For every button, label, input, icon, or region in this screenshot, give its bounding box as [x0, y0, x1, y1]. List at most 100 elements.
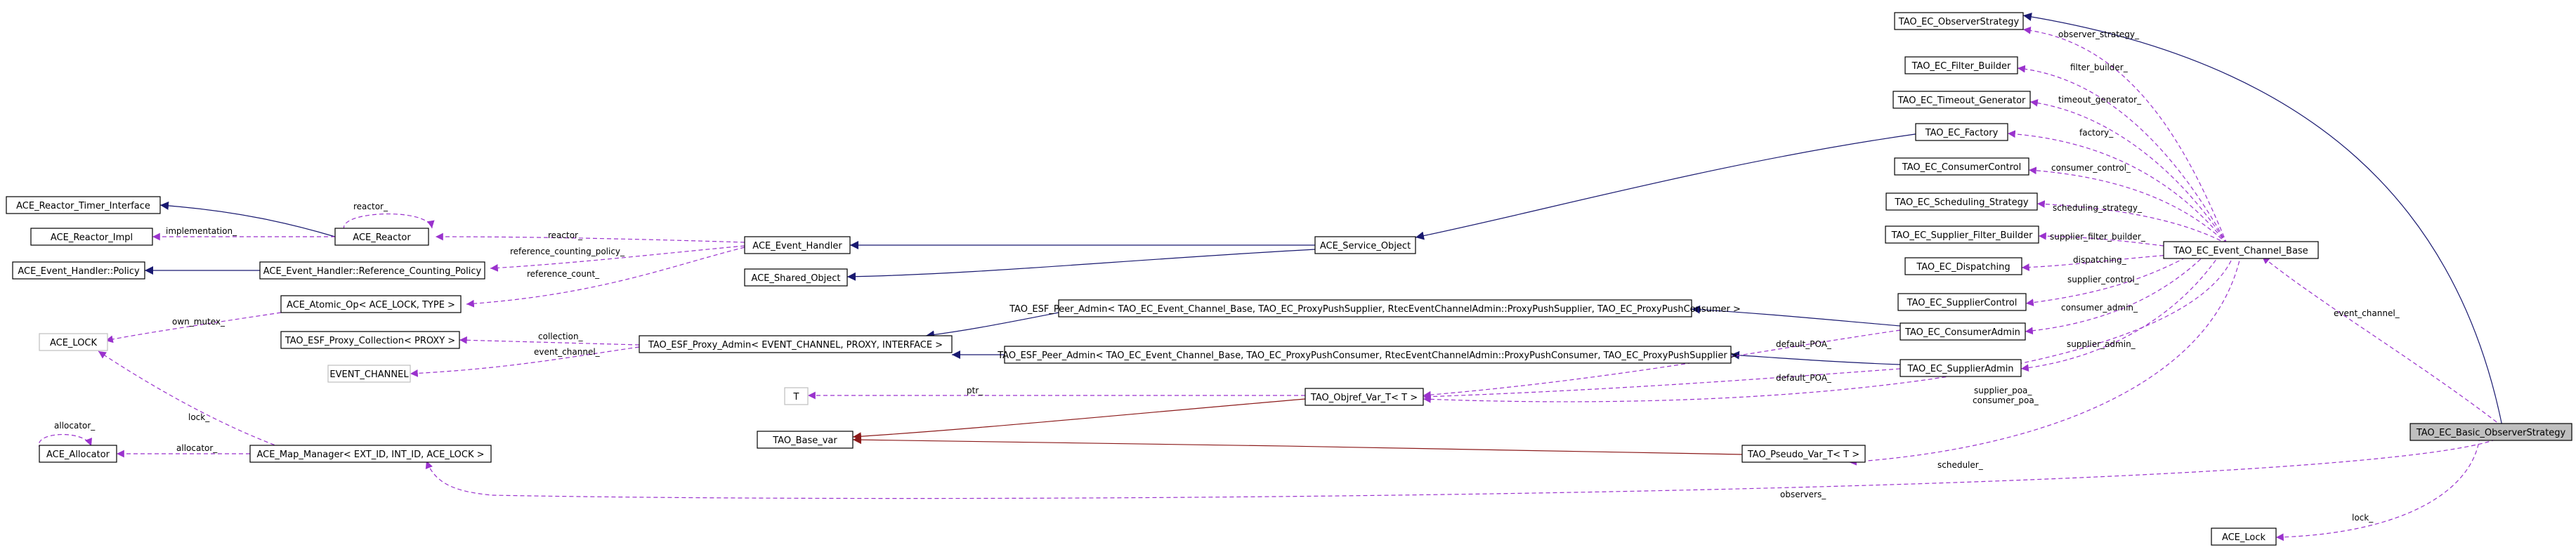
node-label: ACE_Reactor_Impl [51, 232, 133, 243]
node-label: ACE_Shared_Object [751, 273, 840, 284]
node-ace-eh-reference-counting-policy[interactable]: ACE_Event_Handler::Reference_Counting_Po… [259, 261, 485, 280]
edge-label-filter-builder: filter_builder_ [2070, 63, 2129, 72]
edge-label-supplier-poa: supplier_poa_ [1974, 386, 2032, 395]
node-tao-base-var[interactable]: TAO_Base_var [757, 431, 854, 449]
edge-event-channel-main [2261, 256, 2503, 427]
edge-label-supplier-control: supplier_control_ [2067, 275, 2140, 284]
edge-label-reference-count: reference_count_ [527, 269, 600, 279]
node-tao-ec-filter-builder[interactable]: TAO_EC_Filter_Builder [1904, 56, 2018, 74]
node-label: ACE_Map_Manager< EXT_ID, INT_ID, ACE_LOC… [256, 450, 484, 460]
node-label: TAO_EC_SupplierControl [1907, 298, 2018, 308]
edge-label-ptr: ptr_ [967, 386, 983, 395]
edge-label-timeout-generator: timeout_generator_ [2058, 95, 2142, 105]
node-label: TAO_ESF_Proxy_Admin< EVENT_CHANNEL, PROX… [648, 340, 943, 350]
node-label: TAO_EC_ConsumerAdmin [1904, 327, 2020, 338]
edge-service-object-shared-object [846, 249, 1316, 281]
node-tao-ec-scheduling-strategy[interactable]: TAO_EC_Scheduling_Strategy [1885, 192, 2038, 211]
edge-label-dispatching: dispatching_ [2073, 255, 2127, 265]
node-event-channel[interactable]: EVENT_CHANNEL [327, 365, 411, 383]
node-label: ACE_Reactor [353, 232, 411, 243]
edge-label-reactor: reactor_ [548, 230, 583, 240]
node-label: ACE_Event_Handler [752, 241, 842, 251]
edge-label-allocator: allocator_ [176, 443, 218, 453]
edge-label-implementation: implementation_ [166, 226, 237, 236]
node-t[interactable]: T [784, 387, 809, 405]
node-ace-atomic-op[interactable]: ACE_Atomic_Op< ACE_LOCK, TYPE > [280, 295, 462, 313]
edge-label-consumer-control: consumer_control_ [2051, 163, 2131, 173]
node-label: ACE_Lock [2222, 532, 2266, 543]
node-label: TAO_ESF_Proxy_Collection< PROXY > [285, 336, 455, 346]
edge-label-lock-map: lock_ [188, 412, 210, 422]
edge-observers [425, 436, 2503, 499]
node-ace-reactor-impl[interactable]: ACE_Reactor_Impl [30, 228, 153, 246]
node-label: TAO_EC_Scheduling_Strategy [1894, 197, 2028, 208]
node-label: TAO_Objref_Var_T< T > [1310, 393, 1418, 403]
node-label: TAO_ESF_Peer_Admin< TAO_EC_Event_Channel… [1009, 304, 1741, 315]
edge-label-own-mutex: own_mutex_ [172, 317, 225, 327]
node-label: TAO_EC_ConsumerControl [1902, 162, 2021, 173]
node-tao-ec-dispatching[interactable]: TAO_EC_Dispatching [1904, 257, 2022, 275]
node-label: TAO_EC_Dispatching [1916, 262, 2010, 273]
node-ace-lock-class[interactable]: ACE_Lock [2211, 527, 2277, 546]
node-label: TAO_EC_Supplier_Filter_Builder [1891, 230, 2034, 241]
edge-lock-map [98, 350, 282, 448]
edge-label-consumer-poa: consumer_poa_ [1973, 395, 2039, 405]
node-ace-service-object[interactable]: ACE_Service_Object [1314, 236, 1416, 254]
collaboration-diagram: reactor_ implementation_ reactor_ refere… [6, 12, 2572, 546]
edge-basic-observer-observer-strategy [2022, 13, 2503, 427]
node-label: ACE_Event_Handler::Reference_Counting_Po… [263, 266, 482, 277]
node-label: TAO_Pseudo_Var_T< T > [1747, 450, 1859, 460]
edge-label-reactor-self: reactor_ [353, 202, 388, 211]
edge-reactor-self [344, 214, 435, 230]
node-label: ACE_Allocator [46, 450, 110, 460]
edge-label-observer-strategy: observer_strategy_ [2058, 30, 2140, 39]
edge-peer-admin-consumer-proxy-admin [925, 312, 1059, 339]
node-label: ACE_Reactor_Timer_Interface [16, 201, 150, 211]
node-label: TAO_EC_SupplierAdmin [1907, 364, 2013, 374]
edge-supplier-admin-peer-admin [1730, 350, 1901, 365]
node-ace-reactor[interactable]: ACE_Reactor [334, 228, 429, 246]
edge-label-event-channel-main: event_channel_ [2334, 308, 2400, 318]
node-tao-esf-proxy-admin[interactable]: TAO_ESF_Proxy_Admin< EVENT_CHANNEL, PROX… [639, 335, 953, 353]
edge-label-lock-main: lock_ [2352, 513, 2374, 523]
node-tao-ec-supplier-control[interactable]: TAO_EC_SupplierControl [1897, 293, 2027, 311]
node-label: ACE_Service_Object [1320, 241, 1411, 251]
node-label: TAO_EC_Timeout_Generator [1897, 96, 2026, 106]
node-tao-ec-basic-observer-strategy[interactable]: TAO_EC_Basic_ObserverStrategy [2410, 423, 2572, 441]
edge-label-default-poa-1: default_POA_ [1776, 339, 1832, 349]
node-label: TAO_EC_Filter_Builder [1911, 61, 2011, 72]
node-label: TAO_EC_Event_Channel_Base [2173, 246, 2308, 256]
edge-label-consumer-admin: consumer_admin_ [2061, 303, 2138, 313]
node-ace-lock-template[interactable]: ACE_LOCK [39, 333, 108, 351]
edge-factory-service-object [1415, 133, 1921, 240]
node-tao-ec-factory[interactable]: TAO_EC_Factory [1915, 123, 2008, 141]
edge-label-factory: factory_ [2079, 128, 2114, 138]
node-tao-ec-supplier-filter-builder[interactable]: TAO_EC_Supplier_Filter_Builder [1885, 225, 2039, 244]
node-label: TAO_EC_Basic_ObserverStrategy [2416, 428, 2566, 438]
node-tao-ec-consumer-admin[interactable]: TAO_EC_ConsumerAdmin [1900, 322, 2026, 341]
node-tao-ec-event-channel-base[interactable]: TAO_EC_Event_Channel_Base [2163, 241, 2319, 259]
node-ace-shared-object[interactable]: ACE_Shared_Object [744, 268, 848, 287]
edge-pseudo-var-base-var [852, 435, 1743, 455]
node-tao-pseudo-var[interactable]: TAO_Pseudo_Var_T< T > [1741, 445, 1866, 463]
node-tao-ec-consumer-control[interactable]: TAO_EC_ConsumerControl [1894, 157, 2029, 176]
node-ace-event-handler-policy[interactable]: ACE_Event_Handler::Policy [12, 261, 145, 280]
edge-factory [2007, 130, 2228, 244]
edge-objref-var-base-var [852, 398, 1306, 441]
node-tao-ec-timeout-generator[interactable]: TAO_EC_Timeout_Generator [1892, 91, 2031, 109]
node-label: TAO_ESF_Peer_Admin< TAO_EC_Event_Channel… [997, 350, 1738, 361]
node-label: TAO_Base_var [772, 435, 837, 446]
node-tao-ec-observer-strategy[interactable]: TAO_EC_ObserverStrategy [1894, 12, 2024, 30]
node-ace-reactor-timer-interface[interactable]: ACE_Reactor_Timer_Interface [6, 196, 161, 214]
node-tao-esf-peer-admin-supplier[interactable]: TAO_ESF_Peer_Admin< TAO_EC_Event_Channel… [997, 346, 1738, 364]
node-ace-event-handler[interactable]: ACE_Event_Handler [744, 236, 851, 254]
node-ace-map-manager[interactable]: ACE_Map_Manager< EXT_ID, INT_ID, ACE_LOC… [249, 445, 492, 463]
edge-label-collection: collection_ [538, 332, 584, 341]
edge-lock-main [2275, 436, 2480, 542]
node-tao-esf-peer-admin-consumer[interactable]: TAO_ESF_Peer_Admin< TAO_EC_Event_Channel… [1009, 299, 1741, 317]
edge-label-scheduling-strategy: scheduling_strategy_ [2053, 203, 2143, 213]
node-ace-allocator[interactable]: ACE_Allocator [39, 445, 117, 463]
node-tao-esf-proxy-collection[interactable]: TAO_ESF_Proxy_Collection< PROXY > [280, 331, 460, 349]
node-tao-objref-var[interactable]: TAO_Objref_Var_T< T > [1305, 388, 1424, 406]
node-tao-ec-supplier-admin[interactable]: TAO_EC_SupplierAdmin [1900, 359, 2022, 377]
